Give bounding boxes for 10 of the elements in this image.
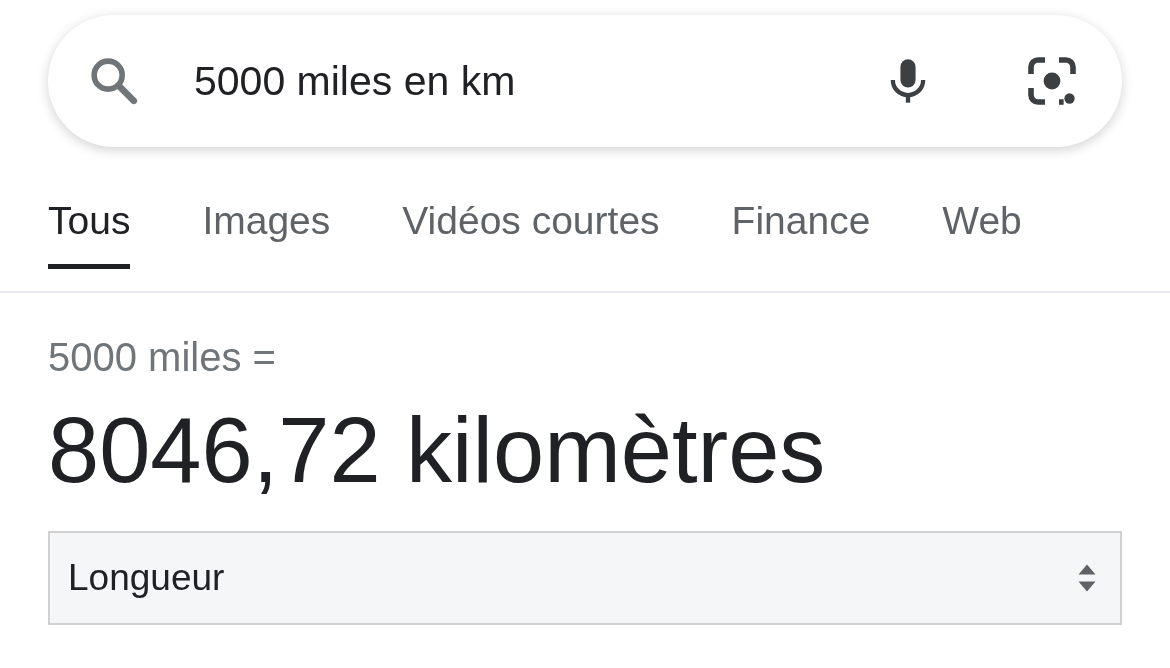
search-bar[interactable]: 5000 miles en km — [48, 15, 1122, 147]
tab[interactable]: Images — [202, 147, 331, 269]
tab[interactable]: Finance — [731, 147, 871, 269]
conversion-input-text: 5000 miles = — [48, 335, 277, 380]
tab[interactable]: Tous — [48, 147, 131, 269]
unit-type-dropdown[interactable]: Longueur — [48, 531, 1122, 625]
conversion-result: 8046,72 kilomètres — [48, 398, 827, 503]
tab[interactable]: Vidéos courtes — [402, 147, 660, 269]
search-query[interactable]: 5000 miles en km — [194, 57, 882, 105]
tab[interactable]: Web — [942, 147, 1022, 269]
